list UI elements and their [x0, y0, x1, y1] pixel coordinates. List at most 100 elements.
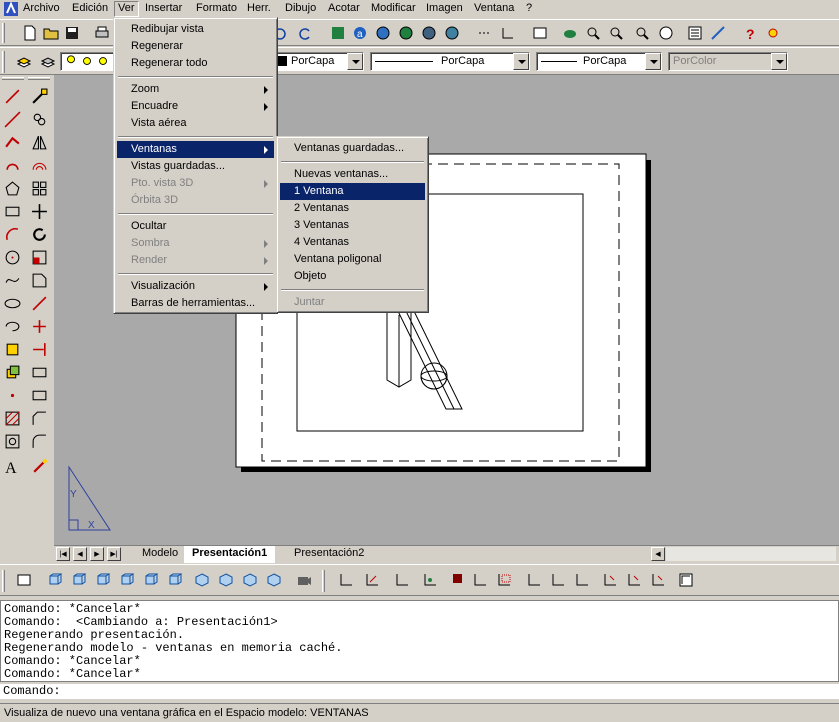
menu-item-regenerar[interactable]: Regenerar: [117, 38, 274, 55]
design-tool-icon[interactable]: [708, 23, 728, 43]
explode-icon[interactable]: [28, 455, 50, 477]
menu-item-4-ventanas[interactable]: 4 Ventanas: [280, 234, 425, 251]
menu-item-nuevas-ventanas[interactable]: Nuevas ventanas...: [280, 166, 425, 183]
lineweight-combo[interactable]: PorCapa: [536, 52, 662, 71]
layers-icon[interactable]: [14, 52, 34, 72]
hatch-icon[interactable]: [1, 407, 23, 429]
ucs-face-icon[interactable]: [446, 570, 466, 590]
properties-icon[interactable]: [656, 23, 676, 43]
break-at-point-icon[interactable]: [28, 384, 50, 406]
zoom-realtime-icon[interactable]: [583, 23, 603, 43]
command-input[interactable]: Comando:: [0, 683, 839, 699]
menu-item-redibujar-vista[interactable]: Redibujar vista: [117, 21, 274, 38]
menu-imagen[interactable]: Imagen: [423, 1, 466, 17]
globe-save-icon[interactable]: [442, 23, 462, 43]
region-icon[interactable]: [1, 430, 23, 452]
ucs-icon[interactable]: [498, 23, 518, 43]
autocad-app-icon[interactable]: [3, 1, 19, 17]
ucs-previous-icon[interactable]: [392, 570, 412, 590]
erase-icon[interactable]: [28, 85, 50, 107]
menu-item-ventanas[interactable]: Ventanas: [117, 141, 274, 158]
chevron-down-icon[interactable]: [347, 53, 363, 70]
tab-presentacion1[interactable]: Presentación1: [184, 546, 276, 563]
ucs-z-rotate-icon[interactable]: [572, 570, 592, 590]
trim-icon[interactable]: [28, 315, 50, 337]
bottom-view-icon[interactable]: [68, 570, 88, 590]
zoom-previous-icon[interactable]: [632, 23, 652, 43]
spline-icon[interactable]: [1, 269, 23, 291]
arc-icon[interactable]: [1, 223, 23, 245]
chevron-down-icon[interactable]: [513, 53, 529, 70]
point-icon[interactable]: [1, 384, 23, 406]
top-view-icon[interactable]: [44, 570, 64, 590]
command-history[interactable]: Comando: *Cancelar* Comando: <Cambiando …: [0, 600, 839, 682]
menu-item-vistas-guardadas[interactable]: Vistas guardadas...: [117, 158, 274, 175]
front-view-icon[interactable]: [140, 570, 160, 590]
construction-line-icon[interactable]: [1, 108, 23, 130]
menu-dibujo[interactable]: Dibujo: [282, 1, 319, 17]
multiline-text-icon[interactable]: A: [1, 455, 23, 477]
globe-publish-icon[interactable]: [419, 23, 439, 43]
extend-icon[interactable]: [28, 338, 50, 360]
ucs-view-icon[interactable]: [470, 570, 490, 590]
toolbar-grip[interactable]: [2, 51, 5, 73]
new-file-icon[interactable]: [20, 23, 40, 43]
ucs-world-icon[interactable]: [336, 570, 356, 590]
menu-item-vista-aerea[interactable]: Vista aérea: [117, 115, 274, 132]
stretch-icon[interactable]: [28, 269, 50, 291]
camera-icon[interactable]: [294, 570, 314, 590]
make-block-icon[interactable]: [1, 361, 23, 383]
toolbar-grip[interactable]: [2, 77, 24, 80]
menu-acotar[interactable]: Acotar: [325, 1, 363, 17]
menu-item-ventana-poligonal[interactable]: Ventana poligonal: [280, 251, 425, 268]
redo-icon[interactable]: [295, 23, 315, 43]
se-iso-icon[interactable]: [216, 570, 236, 590]
open-folder-icon[interactable]: [41, 23, 61, 43]
array-icon[interactable]: [28, 177, 50, 199]
arc-polyline-icon[interactable]: [1, 154, 23, 176]
globe-icon[interactable]: [373, 23, 393, 43]
menu-insertar[interactable]: Insertar: [142, 1, 185, 17]
menu-item-2-ventanas[interactable]: 2 Ventanas: [280, 200, 425, 217]
zoom-window-icon[interactable]: [606, 23, 626, 43]
menu-item-ventanas-guardadas[interactable]: Ventanas guardadas...: [280, 140, 425, 157]
fillet-icon[interactable]: [28, 430, 50, 452]
design-center-icon[interactable]: [328, 23, 348, 43]
menu-item-3-ventanas[interactable]: 3 Ventanas: [280, 217, 425, 234]
snap-dots-icon[interactable]: [475, 23, 495, 43]
right-view-icon[interactable]: [116, 570, 136, 590]
menu-item-encuadre[interactable]: Encuadre: [117, 98, 274, 115]
menu-help[interactable]: ?: [523, 1, 535, 17]
break-icon[interactable]: [28, 361, 50, 383]
ucs-object-icon[interactable]: [420, 570, 440, 590]
toolbar-grip[interactable]: [322, 570, 325, 592]
ucs-origin-icon[interactable]: [362, 570, 382, 590]
menu-item-objeto[interactable]: Objeto: [280, 268, 425, 285]
help-icon[interactable]: ?: [740, 23, 760, 43]
named-views-icon[interactable]: [530, 23, 550, 43]
tab-presentacion2[interactable]: Presentación2: [286, 546, 372, 563]
move-icon[interactable]: [28, 200, 50, 222]
menu-item-1-ventana[interactable]: 1 Ventana: [280, 183, 425, 200]
save-icon[interactable]: [62, 23, 82, 43]
next-tab-icon[interactable]: ▶: [90, 547, 104, 561]
rectangle-icon[interactable]: [1, 200, 23, 222]
menu-item-visualizacion[interactable]: Visualización: [117, 278, 274, 295]
globe-link-icon[interactable]: [396, 23, 416, 43]
horizontal-scrollbar[interactable]: [666, 547, 836, 561]
polyline-icon[interactable]: [1, 131, 23, 153]
toolbar-grip[interactable]: [2, 23, 5, 43]
spark-icon[interactable]: [763, 23, 783, 43]
menu-item-ocultar[interactable]: Ocultar: [117, 218, 274, 235]
tab-modelo[interactable]: Modelo: [134, 546, 186, 563]
toolbar-grip[interactable]: [28, 77, 50, 80]
menu-item-zoom[interactable]: Zoom: [117, 81, 274, 98]
layer-previous-icon[interactable]: [38, 52, 58, 72]
copy-icon[interactable]: [28, 108, 50, 130]
back-view-icon[interactable]: [164, 570, 184, 590]
ne-iso-icon[interactable]: [240, 570, 260, 590]
insert-block-icon[interactable]: [1, 338, 23, 360]
chamfer-icon[interactable]: [28, 407, 50, 429]
apply-ucs-icon[interactable]: [600, 570, 620, 590]
color-combo[interactable]: PorCapa: [272, 52, 364, 71]
